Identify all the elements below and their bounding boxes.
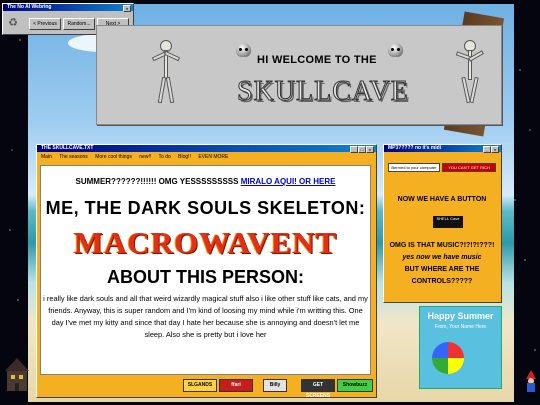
minimize-icon[interactable]: _ <box>350 146 358 153</box>
menu-item-main[interactable]: Main <box>41 154 52 160</box>
menu-item-blog[interactable]: Blog!! <box>178 154 191 160</box>
menu-item-seasons[interactable]: The seasons <box>59 154 88 160</box>
close-icon[interactable]: × <box>366 146 374 153</box>
badge-chip[interactable]: Bermed to your computer <box>388 163 440 172</box>
close-icon[interactable]: × <box>123 5 131 12</box>
maximize-icon[interactable]: □ <box>358 146 366 153</box>
heading-dark-souls-skeleton: ME, THE DARK SOULS SKELETON: <box>45 198 366 218</box>
shell-cave-button[interactable]: SHELL Cave <box>433 216 463 228</box>
skullcave-txt-window: THE SKULLCAVE.TXT _ □ × Main The seasons… <box>36 144 377 399</box>
mp3-body: Bermed to your computer YOU CAN'T GET RI… <box>386 163 498 299</box>
site-title: SKULLCAVE <box>237 76 409 108</box>
mp3-window-title: MP3????? no it's midi <box>388 145 442 151</box>
badge-button[interactable]: GET SCREENS <box>301 379 335 399</box>
summer-title: Happy Summer <box>427 311 494 321</box>
badge-chip[interactable]: YOU CAN'T GET RICH <box>442 163 496 172</box>
macrowavent-title: MACROWAVENT <box>73 225 338 260</box>
minimize-icon[interactable]: _ <box>483 146 491 153</box>
welcome-banner: HI WELCOME TO THE SKULLCAVE <box>96 25 502 125</box>
music-answer: yes now we have music <box>402 254 482 261</box>
main-window-title: THE SKULLCAVE.TXT <box>41 145 94 151</box>
controls-question-2: CONTROLS????? <box>411 278 473 285</box>
menu-bar: Main The seasons More cool things new!! … <box>37 152 376 163</box>
badge-button[interactable]: ffari <box>219 379 253 392</box>
summer-line: SUMMER??????!!!!!! OMG YESSSSSSSSS MIRAL… <box>41 177 370 186</box>
summer-text: SUMMER??????!!!!!! OMG YESSSSSSSSS <box>75 177 241 186</box>
summer-subtitle: From, Your Name Here <box>434 324 487 330</box>
gnome-icon <box>526 370 536 392</box>
page-content[interactable]: SUMMER??????!!!!!! OMG YESSSSSSSSS MIRAL… <box>40 165 371 375</box>
webring-titlebar: The No AI Webring × <box>3 4 133 12</box>
previous-button[interactable]: < Previous <box>29 18 61 30</box>
about-paragraph: i really like dark souls and all that we… <box>43 294 368 339</box>
controls-question-1: BUT WHERE ARE THE <box>404 266 480 273</box>
menu-item-new[interactable]: new!! <box>139 154 151 160</box>
random-button[interactable]: Random... <box>63 18 95 30</box>
menu-item-more-cool-things[interactable]: More cool things <box>95 154 132 160</box>
heading-about: ABOUT THIS PERSON: <box>106 267 304 287</box>
recycle-icon: ♻ <box>8 17 18 29</box>
button-text: NOW WE HAVE A BUTTON <box>397 196 487 203</box>
summer-link[interactable]: MIRALO AQUI! OR HERE <box>241 177 336 186</box>
badge-button[interactable]: SLGANDS <box>183 379 217 392</box>
close-icon[interactable]: × <box>491 146 499 153</box>
skull-icon <box>236 43 251 57</box>
menu-item-even-more[interactable]: EVEN MORE <box>198 154 228 160</box>
skull-icon <box>388 43 403 57</box>
welcome-text: HI WELCOME TO THE <box>257 54 377 66</box>
music-question: OMG IS THAT MUSIC?!?!?!???! <box>389 242 495 249</box>
happy-summer-card: Happy Summer From, Your Name Here <box>419 306 502 389</box>
menu-item-to-do[interactable]: To do <box>159 154 171 160</box>
mp3-titlebar: MP3????? no it's midi _ × <box>384 145 501 153</box>
mp3-window: MP3????? no it's midi _ × Bermed to your… <box>383 144 502 303</box>
badge-button[interactable]: Billy <box>263 379 287 392</box>
beach-ball-icon <box>432 342 464 374</box>
badge-button[interactable]: Showbuzz <box>337 379 373 392</box>
main-titlebar: THE SKULLCAVE.TXT _ □ × <box>37 145 376 153</box>
haunted-house-icon <box>5 358 29 391</box>
webring-title: The No AI Webring <box>7 4 52 10</box>
dancing-skeleton-right <box>455 40 484 104</box>
dancing-skeleton-left <box>151 40 181 104</box>
